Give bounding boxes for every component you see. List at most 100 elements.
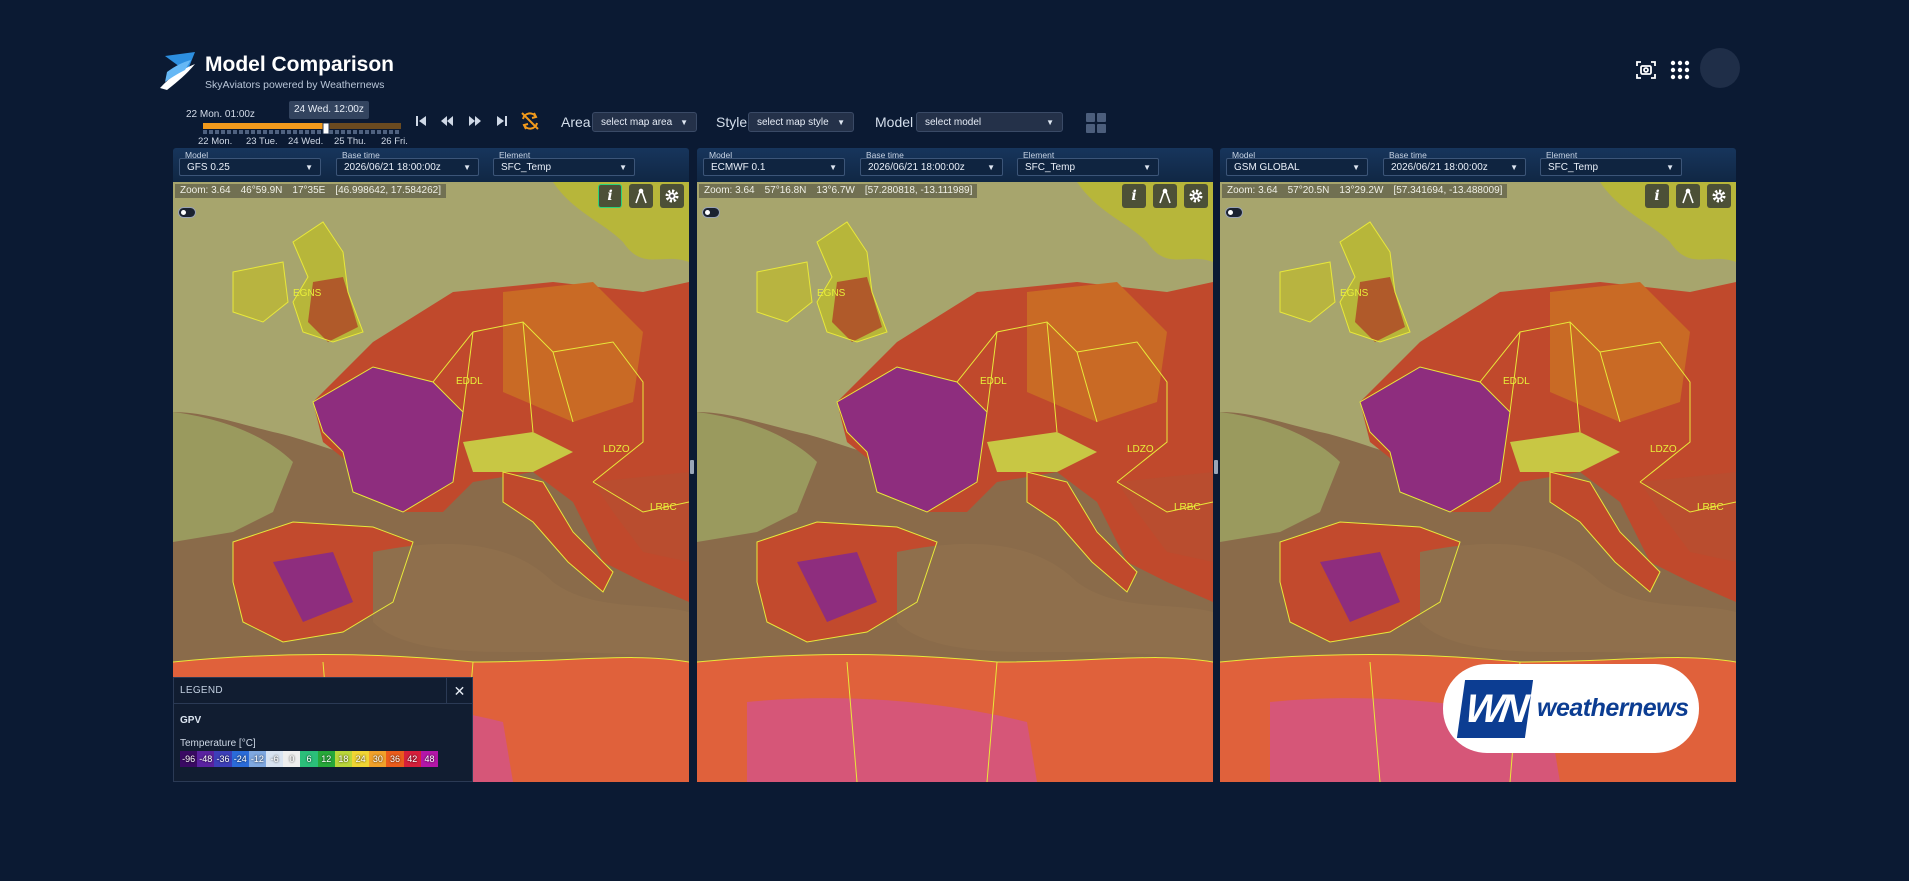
wn-mark: WN [1456,679,1534,738]
chevron-down-icon: ▼ [1666,162,1674,172]
layer-toggle[interactable] [178,207,196,218]
model-select[interactable]: ECMWF 0.1 ▼ [703,158,845,176]
info-icon[interactable]: i [1122,184,1146,208]
timeline-day-label: 25 Thu. [334,136,367,147]
legend-value: -48 [197,751,215,767]
element-select[interactable]: SFC_Temp ▼ [1017,158,1159,176]
element-select[interactable]: SFC_Temp ▼ [1540,158,1682,176]
chevron-down-icon: ▼ [1510,162,1518,172]
timeline-day-label: 22 Mon. [198,136,233,147]
base-time-select[interactable]: 2026/06/21 18:00:00z ▼ [860,158,1003,176]
sync-off-icon[interactable] [519,110,541,132]
panel-resize-handle[interactable] [690,460,694,474]
legend-unit: Temperature [°C] [180,738,256,749]
legend-value: 18 [334,751,353,767]
skyaviators-logo [160,52,195,90]
measure-compass-icon[interactable] [629,184,653,208]
layer-toggle[interactable] [1225,207,1243,218]
airport-label: EGNS [817,288,846,299]
legend-value: 48 [420,751,439,767]
step-forward-icon[interactable] [466,112,484,130]
zoom-readout: Zoom: 3.64 [704,185,755,196]
skip-to-end-icon[interactable] [493,112,511,130]
airport-label: EGNS [1340,288,1369,299]
temperature-map-layer [697,182,1213,782]
temperature-color-scale: -96 -48 -36 -24 -12 -6 0 6 12 18 24 30 36 42 48 [180,751,439,767]
timeline-slider[interactable] [203,123,401,134]
layout-grid-icon[interactable] [1085,112,1107,134]
chevron-down-icon: ▼ [680,117,688,127]
legend-value: -6 [266,751,284,767]
latlon-readout: [46.998642, 17.584262] [335,185,441,196]
legend-panel: LEGEND ✕ GPV Temperature [°C] -96 -48 -36-… [173,677,473,782]
element-select[interactable]: SFC_Temp ▼ [493,158,635,176]
airport-label: LDZO [603,444,630,455]
base-time-value: 2026/06/21 18:00:00z [344,161,441,173]
panel-header: Model ECMWF 0.1 ▼ Base time 2026/06/21 18… [697,148,1213,182]
style-select-value: select map style [757,116,829,128]
airport-label: LDZO [1650,444,1677,455]
airport-label: LDZO [1127,444,1154,455]
timeline-day-label: 24 Wed. [288,136,324,147]
layer-toggle[interactable] [702,207,720,218]
element-value: SFC_Temp [1025,161,1076,173]
panel-header: Model GSM GLOBAL ▼ Base time 2026/06/21 1… [1220,148,1736,182]
measure-compass-icon[interactable] [1153,184,1177,208]
airport-label: LRBC [1697,502,1724,513]
base-time-value: 2026/06/21 18:00:00z [868,161,965,173]
lon-readout: 13°29.2W [1339,185,1384,196]
timeline-day-label: 23 Tue. [246,136,278,147]
airport-label: EDDL [1503,376,1530,387]
app-subtitle: SkyAviators powered by Weathernews [205,79,385,91]
skip-to-start-icon[interactable] [412,112,430,130]
model-select[interactable]: GFS 0.25 ▼ [179,158,321,176]
latlon-readout: [57.280818, -13.111989] [864,185,973,196]
lon-readout: 17°35E [292,185,326,196]
area-select[interactable]: select map area ▼ [592,112,697,132]
model-select-value: select model [925,116,982,128]
model-select[interactable]: select model ▼ [916,112,1063,132]
chevron-down-icon: ▼ [987,162,995,172]
measure-compass-icon[interactable] [1676,184,1700,208]
lon-readout: 13°6.7W [816,185,855,196]
legend-value: 36 [386,751,404,767]
legend-value: 0 [283,751,301,767]
chevron-down-icon: ▼ [1143,162,1151,172]
apps-grid-icon[interactable] [1666,56,1694,84]
close-icon[interactable]: ✕ [446,678,472,704]
airport-label: LRBC [1174,502,1201,513]
base-time-select[interactable]: 2026/06/21 18:00:00z ▼ [1383,158,1526,176]
chevron-down-icon: ▼ [619,162,627,172]
weathernews-logo: WN weathernews [1443,664,1699,753]
chevron-down-icon: ▼ [1352,162,1360,172]
avatar[interactable] [1700,48,1740,88]
legend-value: -96 [180,751,198,767]
weather-map[interactable]: Zoom: 3.64 57°16.8N 13°6.7W [57.280818, … [697,182,1213,782]
timeline-current-tooltip: 24 Wed. 12:00z [289,101,369,119]
style-select[interactable]: select map style ▼ [748,112,854,132]
map-coordinates: Zoom: 3.64 46°59.9N 17°35E [46.998642, 1… [175,184,446,198]
style-label: Style [716,114,748,130]
legend-value: -36 [214,751,232,767]
chevron-down-icon: ▼ [829,162,837,172]
model-label: Model [875,114,914,130]
info-icon[interactable]: i [598,184,622,208]
legend-title: LEGEND [174,678,472,704]
panel-resize-handle[interactable] [1214,460,1218,474]
legend-value: 6 [300,751,318,767]
lat-readout: 46°59.9N [240,185,283,196]
wn-wordmark: weathernews [1537,694,1689,722]
chevron-down-icon: ▼ [1046,117,1054,127]
settings-gear-icon[interactable] [1707,184,1731,208]
step-back-icon[interactable] [438,112,456,130]
screenshot-icon[interactable] [1632,56,1660,84]
legend-value: -12 [248,751,267,767]
model-panel-2: Model ECMWF 0.1 ▼ Base time 2026/06/21 18… [697,148,1213,782]
settings-gear-icon[interactable] [660,184,684,208]
model-select-value: GFS 0.25 [187,161,230,173]
airport-label: EGNS [293,288,322,299]
model-select[interactable]: GSM GLOBAL ▼ [1226,158,1368,176]
base-time-select[interactable]: 2026/06/21 18:00:00z ▼ [336,158,479,176]
settings-gear-icon[interactable] [1184,184,1208,208]
info-icon[interactable]: i [1645,184,1669,208]
